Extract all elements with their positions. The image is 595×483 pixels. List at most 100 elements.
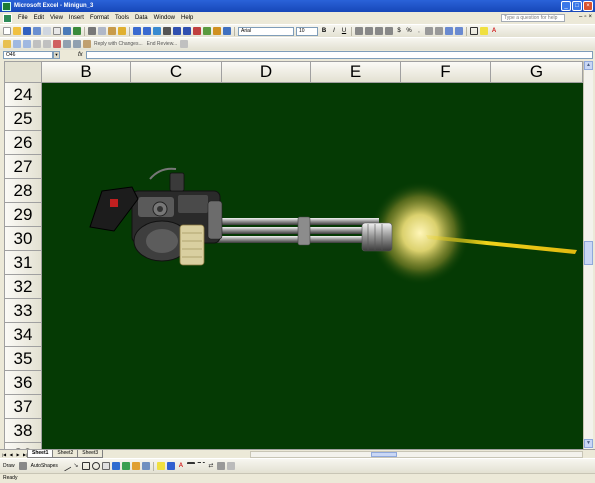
row-header[interactable]: 25	[4, 107, 42, 131]
menu-file[interactable]: File	[15, 15, 31, 21]
toolbar-options-icon[interactable]	[180, 40, 189, 48]
new-icon[interactable]	[3, 27, 11, 35]
scroll-down-icon[interactable]: ▼	[584, 439, 593, 448]
maximize-button[interactable]: □	[572, 1, 582, 11]
print-preview-icon[interactable]	[53, 27, 61, 35]
decrease-indent-icon[interactable]	[445, 27, 453, 35]
arrow-icon[interactable]: ↘	[72, 462, 80, 470]
row-header[interactable]: 30	[4, 227, 42, 251]
menu-data[interactable]: Data	[132, 15, 151, 21]
minimize-button[interactable]: _	[561, 1, 571, 11]
undo-icon[interactable]	[133, 27, 141, 35]
draw-menu-button[interactable]: Draw	[3, 463, 15, 469]
vertical-scroll-thumb[interactable]	[584, 241, 593, 265]
bold-icon[interactable]: B	[320, 27, 328, 35]
autosum-icon[interactable]	[163, 27, 171, 35]
row-header[interactable]: 31	[4, 251, 42, 275]
font-color-icon[interactable]: A	[490, 27, 498, 35]
vertical-scrollbar[interactable]: ▲ ▼	[583, 61, 593, 449]
save-icon[interactable]	[23, 27, 31, 35]
row-header[interactable]: 24	[4, 83, 42, 107]
column-header-b[interactable]: B	[42, 61, 131, 83]
excel-app-icon[interactable]	[2, 1, 11, 11]
menu-view[interactable]: View	[47, 15, 66, 21]
column-header-g[interactable]: G	[491, 61, 583, 83]
line-style-icon[interactable]	[186, 462, 195, 470]
comma-style-icon[interactable]: ,	[415, 27, 423, 35]
row-header[interactable]: 29	[4, 203, 42, 227]
autoshapes-menu-button[interactable]: AutoShapes	[31, 463, 58, 469]
merge-center-icon[interactable]	[385, 27, 393, 35]
permission-icon[interactable]	[33, 27, 41, 35]
doc-close-icon[interactable]: ×	[588, 14, 592, 20]
sheet-tab-sheet1[interactable]: Sheet1	[27, 450, 54, 458]
research-icon[interactable]	[73, 27, 81, 35]
hyperlink-icon[interactable]	[153, 27, 161, 35]
end-review-button[interactable]: End Review...	[147, 41, 178, 47]
insert-function-icon[interactable]: fx	[78, 52, 83, 58]
row-header[interactable]: 35	[4, 347, 42, 371]
align-right-icon[interactable]	[375, 27, 383, 35]
menu-edit[interactable]: Edit	[31, 15, 47, 21]
percent-icon[interactable]: %	[405, 27, 413, 35]
next-comment-icon[interactable]	[23, 40, 31, 48]
row-header[interactable]: 37	[4, 395, 42, 419]
shadow-style-icon[interactable]	[216, 462, 225, 470]
delete-comment-icon[interactable]	[53, 40, 61, 48]
close-button[interactable]: ×	[583, 1, 593, 11]
copy-icon[interactable]	[98, 27, 106, 35]
row-header[interactable]: 36	[4, 371, 42, 395]
oval-icon[interactable]	[91, 462, 100, 470]
sheet-tab-sheet3[interactable]: Sheet3	[77, 450, 104, 458]
fill-color-icon[interactable]	[156, 462, 165, 470]
new-comment-icon[interactable]	[3, 40, 11, 48]
sort-ascending-icon[interactable]	[173, 27, 181, 35]
show-all-comments-icon[interactable]	[43, 40, 51, 48]
redo-icon[interactable]	[143, 27, 151, 35]
update-file-icon[interactable]	[73, 40, 81, 48]
previous-sheet-icon[interactable]: ◀	[8, 451, 14, 458]
arrow-style-icon[interactable]: ⇄	[207, 462, 215, 470]
help-search-input[interactable]: Type a question for help	[501, 14, 565, 22]
formula-input[interactable]	[86, 51, 593, 59]
menu-insert[interactable]: Insert	[66, 15, 87, 21]
row-header[interactable]: 27	[4, 155, 42, 179]
worksheet-canvas[interactable]	[42, 83, 583, 449]
center-icon[interactable]	[365, 27, 373, 35]
horizontal-scroll-thumb[interactable]	[371, 452, 397, 457]
print-icon[interactable]	[43, 27, 51, 35]
open-icon[interactable]	[13, 27, 21, 35]
row-header[interactable]: 34	[4, 323, 42, 347]
row-header[interactable]: 28	[4, 179, 42, 203]
currency-icon[interactable]: $	[395, 27, 403, 35]
menu-tools[interactable]: Tools	[112, 15, 132, 21]
show-comment-icon[interactable]	[33, 40, 41, 48]
line-color-icon[interactable]	[166, 462, 175, 470]
line-icon[interactable]	[60, 460, 72, 472]
help-icon[interactable]	[223, 27, 231, 35]
horizontal-scrollbar[interactable]	[250, 451, 583, 458]
column-header-e[interactable]: E	[311, 61, 401, 83]
chevron-down-icon[interactable]: ▼	[53, 51, 60, 59]
dash-style-icon[interactable]	[196, 462, 205, 470]
text-box-icon[interactable]	[101, 462, 110, 470]
font-name-select[interactable]: Arial	[238, 26, 294, 36]
format-painter-icon[interactable]	[118, 27, 126, 35]
first-sheet-icon[interactable]: |◀	[1, 451, 7, 458]
underline-icon[interactable]: U	[340, 27, 348, 35]
column-header-c[interactable]: C	[131, 61, 222, 83]
paste-icon[interactable]	[108, 27, 116, 35]
decrease-decimal-icon[interactable]	[435, 27, 443, 35]
align-left-icon[interactable]	[355, 27, 363, 35]
sheet-tab-sheet2[interactable]: Sheet2	[52, 450, 79, 458]
menu-format[interactable]: Format	[87, 15, 112, 21]
wordart-icon[interactable]	[111, 462, 120, 470]
column-header-f[interactable]: F	[401, 61, 491, 83]
doc-restore-icon[interactable]: ▫	[584, 14, 586, 20]
row-header[interactable]: 33	[4, 299, 42, 323]
menu-window[interactable]: Window	[151, 15, 178, 21]
increase-indent-icon[interactable]	[455, 27, 463, 35]
cut-icon[interactable]	[88, 27, 96, 35]
font-size-select[interactable]: 10	[296, 26, 318, 36]
chart-wizard-icon[interactable]	[193, 27, 201, 35]
